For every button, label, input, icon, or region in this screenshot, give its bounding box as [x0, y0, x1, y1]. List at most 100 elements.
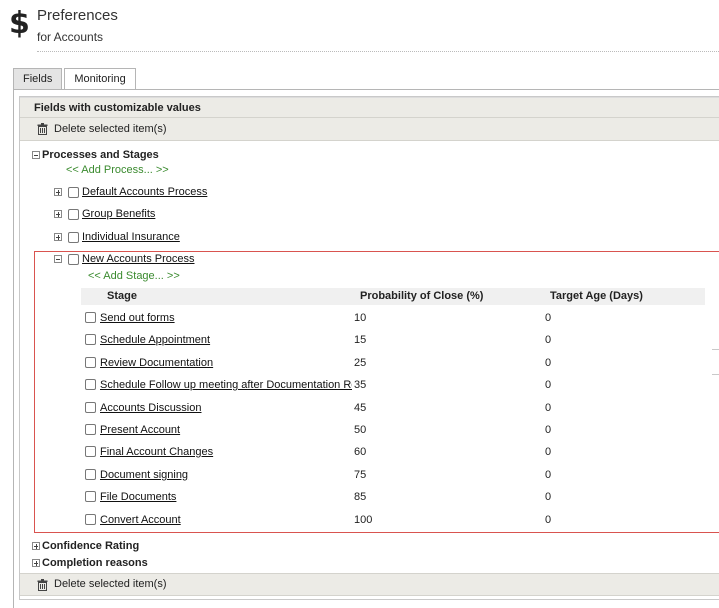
stage-probability: 15: [354, 334, 367, 346]
expand-icon[interactable]: [32, 542, 40, 550]
confidence-rating-label[interactable]: Confidence Rating: [42, 540, 139, 552]
process-item: Default Accounts Process: [54, 184, 207, 200]
process-link-default-accounts[interactable]: Default Accounts Process: [82, 186, 207, 198]
table-row: Document signing 75 0: [81, 467, 705, 483]
stage-link[interactable]: Schedule Appointment: [100, 334, 352, 346]
processes-node: Processes and Stages: [32, 147, 159, 163]
process-item: New Accounts Process: [54, 251, 195, 267]
table-row: Convert Account 100 0: [81, 512, 705, 528]
fields-panel: Fields with customizable values Delete s…: [13, 89, 719, 608]
table-row: File Documents 85 0: [81, 489, 705, 505]
stage-checkbox[interactable]: [85, 334, 96, 345]
stage-checkbox[interactable]: [85, 469, 96, 480]
table-row: Accounts Discussion 45 0: [81, 400, 705, 416]
stage-link[interactable]: Final Account Changes: [100, 446, 352, 458]
stage-probability: 100: [354, 514, 373, 526]
scroll-edge: [712, 349, 719, 375]
stage-link[interactable]: Convert Account: [100, 514, 352, 526]
table-row: Present Account 50 0: [81, 422, 705, 438]
stage-checkbox[interactable]: [85, 446, 96, 457]
stage-target-age: 0: [545, 514, 552, 526]
process-checkbox[interactable]: [68, 208, 79, 220]
column-target-age: Target Age (Days): [550, 290, 643, 302]
section-title: Fields with customizable values: [20, 97, 719, 118]
column-probability: Probability of Close (%): [360, 290, 484, 302]
stage-table-header: Stage Probability of Close (%) Target Ag…: [81, 288, 705, 305]
collapse-icon[interactable]: [54, 255, 62, 263]
stage-probability: 50: [354, 424, 367, 436]
stage-probability: 25: [354, 357, 367, 369]
process-link-new-accounts[interactable]: New Accounts Process: [82, 253, 195, 265]
stage-checkbox[interactable]: [85, 312, 96, 323]
stage-target-age: 0: [545, 379, 552, 391]
stage-probability: 35: [354, 379, 367, 391]
tab-monitoring[interactable]: Monitoring: [64, 68, 136, 90]
bottom-delete-bar: Delete selected item(s): [20, 573, 719, 596]
page-subtitle: for Accounts: [37, 30, 104, 44]
table-row: Final Account Changes 60 0: [81, 444, 705, 460]
stage-target-age: 0: [545, 402, 552, 414]
page-title: Preferences: [37, 7, 118, 24]
process-checkbox[interactable]: [68, 186, 79, 198]
trash-icon[interactable]: [37, 578, 48, 591]
dollar-icon: $: [9, 6, 30, 41]
delete-selected-button[interactable]: Delete selected item(s): [54, 118, 167, 141]
processes-title: Processes and Stages: [42, 149, 159, 161]
stage-link[interactable]: Review Documentation: [100, 357, 352, 369]
stage-probability: 60: [354, 446, 367, 458]
top-delete-bar: Delete selected item(s): [20, 118, 719, 141]
process-link-group-benefits[interactable]: Group Benefits: [82, 208, 155, 220]
stage-target-age: 0: [545, 357, 552, 369]
completion-reasons-node: Completion reasons: [32, 555, 148, 571]
stage-target-age: 0: [545, 334, 552, 346]
stage-link[interactable]: Present Account: [100, 424, 352, 436]
stage-probability: 10: [354, 312, 367, 324]
fields-content: Fields with customizable values Delete s…: [19, 96, 719, 600]
stage-link[interactable]: Send out forms: [100, 312, 352, 324]
expand-icon[interactable]: [54, 210, 62, 218]
collapse-icon[interactable]: [32, 151, 40, 159]
stage-checkbox[interactable]: [85, 491, 96, 502]
stage-checkbox[interactable]: [85, 402, 96, 413]
tab-bar: Fields Monitoring: [13, 68, 138, 90]
stage-target-age: 0: [545, 469, 552, 481]
stage-probability: 45: [354, 402, 367, 414]
expand-icon[interactable]: [54, 233, 62, 241]
process-item: Group Benefits: [54, 206, 155, 222]
process-item: Individual Insurance: [54, 229, 180, 245]
expand-icon[interactable]: [32, 559, 40, 567]
process-link-individual-insurance[interactable]: Individual Insurance: [82, 231, 180, 243]
column-stage: Stage: [107, 290, 137, 302]
add-process-link[interactable]: << Add Process... >>: [66, 164, 169, 176]
stage-link[interactable]: File Documents: [100, 491, 352, 503]
scroll-edge: [712, 96, 719, 97]
stage-probability: 85: [354, 491, 367, 503]
expand-icon[interactable]: [54, 188, 62, 196]
confidence-rating-node: Confidence Rating: [32, 538, 139, 554]
table-row: Review Documentation 25 0: [81, 355, 705, 371]
stage-probability: 75: [354, 469, 367, 481]
process-checkbox[interactable]: [68, 231, 79, 243]
table-row: Schedule Appointment 15 0: [81, 332, 705, 348]
stage-checkbox[interactable]: [85, 424, 96, 435]
stage-checkbox[interactable]: [85, 357, 96, 368]
add-stage-link[interactable]: << Add Stage... >>: [88, 270, 180, 282]
stage-checkbox[interactable]: [85, 379, 96, 390]
table-row: Schedule Follow up meeting after Documen…: [81, 377, 705, 393]
trash-icon[interactable]: [37, 123, 48, 135]
stage-target-age: 0: [545, 424, 552, 436]
process-checkbox[interactable]: [68, 253, 79, 265]
stage-target-age: 0: [545, 312, 552, 324]
page-header: $ Preferences for Accounts: [0, 0, 719, 62]
delete-selected-button[interactable]: Delete selected item(s): [54, 573, 167, 596]
stage-checkbox[interactable]: [85, 514, 96, 525]
tab-fields[interactable]: Fields: [13, 68, 63, 90]
stage-link[interactable]: Schedule Follow up meeting after Documen…: [100, 379, 352, 391]
header-divider: [37, 51, 719, 52]
stage-link[interactable]: Accounts Discussion: [100, 402, 352, 414]
stage-target-age: 0: [545, 446, 552, 458]
stage-target-age: 0: [545, 491, 552, 503]
table-row: Send out forms 10 0: [81, 310, 705, 326]
stage-link[interactable]: Document signing: [100, 469, 352, 481]
completion-reasons-label[interactable]: Completion reasons: [42, 557, 148, 569]
